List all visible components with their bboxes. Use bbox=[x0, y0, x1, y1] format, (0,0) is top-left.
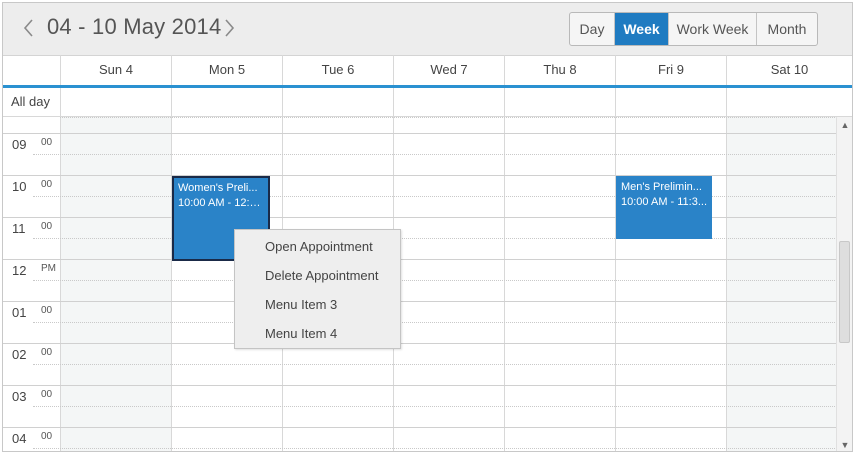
all-day-cell[interactable] bbox=[726, 88, 852, 116]
view-day-button[interactable]: Day bbox=[570, 13, 615, 45]
hour-line bbox=[3, 259, 837, 260]
menu-item-3[interactable]: Menu Item 3 bbox=[265, 297, 337, 312]
menu-item-delete-appointment[interactable]: Delete Appointment bbox=[265, 268, 378, 283]
slot-line bbox=[33, 406, 837, 407]
hour-label: 04 bbox=[12, 431, 27, 446]
hour-label: 10 bbox=[12, 179, 27, 194]
all-day-cell[interactable] bbox=[393, 88, 504, 116]
next-week-button[interactable] bbox=[219, 15, 239, 41]
slot-line bbox=[33, 364, 837, 365]
scheduler: 04 - 10 May 2014 Day Week Work Week Mont… bbox=[2, 2, 853, 452]
minute-label: PM bbox=[41, 263, 56, 274]
appointment-context-menu: Open Appointment Delete Appointment Menu… bbox=[234, 229, 401, 349]
all-day-row: All day bbox=[3, 88, 852, 117]
time-grid: 09 00 10 00 11 00 12 PM 01 00 02 00 03 0… bbox=[3, 117, 852, 451]
appointment-mens-preliminary[interactable]: Men's Prelimin... 10:00 AM - 11:3... bbox=[616, 176, 712, 239]
hour-line bbox=[3, 133, 837, 134]
slot-line bbox=[33, 154, 837, 155]
appointment-time: 10:00 AM - 12:0... bbox=[178, 197, 264, 209]
hour-line bbox=[3, 427, 837, 428]
slot-line bbox=[33, 448, 837, 449]
scheduler-toolbar: 04 - 10 May 2014 Day Week Work Week Mont… bbox=[3, 3, 852, 56]
day-column-sun[interactable] bbox=[60, 117, 171, 451]
menu-item-4[interactable]: Menu Item 4 bbox=[265, 326, 337, 341]
minute-label: 00 bbox=[41, 431, 53, 442]
day-column-wed[interactable] bbox=[393, 117, 504, 451]
view-month-button[interactable]: Month bbox=[757, 13, 817, 45]
chevron-right-icon bbox=[225, 19, 235, 37]
slot-line bbox=[33, 196, 837, 197]
day-header-row: Sun 4 Mon 5 Tue 6 Wed 7 Thu 8 Fri 9 Sat … bbox=[3, 55, 852, 88]
slot-line bbox=[33, 322, 837, 323]
day-header[interactable]: Wed 7 bbox=[393, 55, 504, 85]
day-header[interactable]: Fri 9 bbox=[615, 55, 726, 85]
day-header[interactable]: Sat 10 bbox=[726, 55, 852, 85]
appointment-title: Men's Prelimin... bbox=[621, 181, 702, 193]
hour-label: 09 bbox=[12, 137, 27, 152]
appointment-title: Women's Preli... bbox=[178, 182, 258, 194]
minute-label: 00 bbox=[41, 221, 53, 232]
minute-label: 00 bbox=[41, 179, 53, 190]
slot-line bbox=[33, 280, 837, 281]
day-column-sat[interactable] bbox=[726, 117, 837, 451]
all-day-cell[interactable] bbox=[282, 88, 393, 116]
day-header[interactable]: Thu 8 bbox=[504, 55, 615, 85]
scrollbar-thumb[interactable] bbox=[839, 241, 850, 343]
minute-label: 00 bbox=[41, 347, 53, 358]
view-week-button[interactable]: Week bbox=[615, 13, 669, 45]
menu-item-open-appointment[interactable]: Open Appointment bbox=[265, 239, 373, 254]
vertical-scrollbar[interactable]: ▲ ▼ bbox=[836, 117, 852, 451]
slot-line bbox=[60, 117, 837, 118]
hour-label: 03 bbox=[12, 389, 27, 404]
all-day-cell[interactable] bbox=[504, 88, 615, 116]
hour-label: 02 bbox=[12, 347, 27, 362]
appointment-time: 10:00 AM - 11:3... bbox=[621, 196, 707, 208]
hour-label: 01 bbox=[12, 305, 27, 320]
all-day-cell[interactable] bbox=[171, 88, 282, 116]
scroll-down-icon[interactable]: ▼ bbox=[840, 440, 850, 450]
view-work-week-button[interactable]: Work Week bbox=[669, 13, 757, 45]
hour-line bbox=[3, 301, 837, 302]
hour-label: 12 bbox=[12, 263, 27, 278]
minute-label: 00 bbox=[41, 137, 53, 148]
minute-label: 00 bbox=[41, 305, 53, 316]
previous-week-button[interactable] bbox=[19, 15, 39, 41]
hour-label: 11 bbox=[12, 221, 26, 236]
all-day-cell[interactable] bbox=[615, 88, 726, 116]
hour-line bbox=[3, 385, 837, 386]
scroll-up-icon[interactable]: ▲ bbox=[840, 120, 850, 130]
all-day-cell[interactable] bbox=[60, 88, 171, 116]
all-day-label: All day bbox=[11, 94, 51, 109]
day-header[interactable]: Tue 6 bbox=[282, 55, 393, 85]
day-column-thu[interactable] bbox=[504, 117, 615, 451]
slot-line bbox=[33, 238, 837, 239]
chevron-left-icon bbox=[23, 19, 33, 37]
hour-line bbox=[3, 343, 837, 344]
day-column-fri[interactable] bbox=[615, 117, 726, 451]
day-header[interactable]: Sun 4 bbox=[60, 55, 171, 85]
view-switcher: Day Week Work Week Month bbox=[569, 12, 818, 46]
date-range-title[interactable]: 04 - 10 May 2014 bbox=[47, 14, 221, 40]
day-header[interactable]: Mon 5 bbox=[171, 55, 282, 85]
minute-label: 00 bbox=[41, 389, 53, 400]
